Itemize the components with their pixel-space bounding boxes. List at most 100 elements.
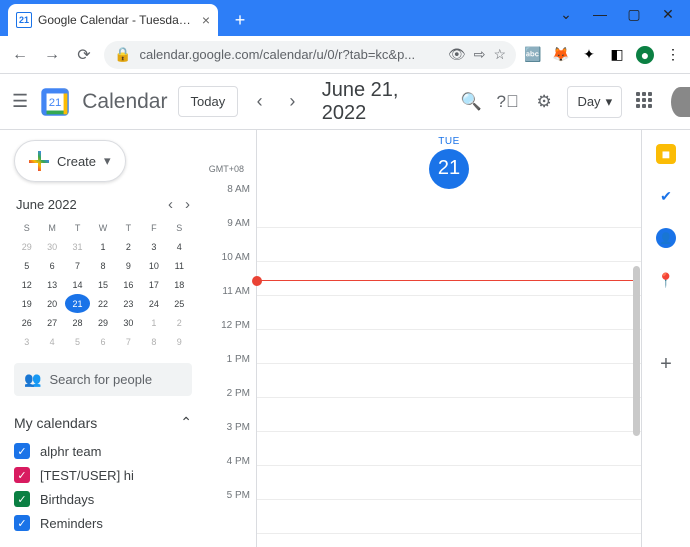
my-calendars-header[interactable]: My calendars ⌃ (14, 414, 192, 431)
mini-day[interactable]: 22 (90, 294, 115, 313)
create-button[interactable]: Create ▾ (14, 140, 126, 182)
calendar-item[interactable]: ✓[TEST/USER] hi (14, 463, 192, 487)
mini-day[interactable]: 24 (141, 294, 166, 313)
next-day-icon[interactable]: › (281, 91, 304, 112)
add-addon-icon[interactable]: + (656, 354, 676, 374)
mini-day[interactable]: 21 (65, 294, 90, 313)
search-icon[interactable]: 🔍 (458, 92, 485, 112)
menu-icon[interactable]: ⋮ (664, 46, 682, 64)
mini-day[interactable]: 3 (141, 237, 166, 256)
puzzle-icon[interactable]: ✦ (580, 46, 598, 64)
chevron-down-icon[interactable]: ⌄ (558, 6, 574, 23)
day-grid[interactable]: TUE 21 (256, 130, 641, 547)
day-header[interactable]: TUE 21 (257, 130, 641, 194)
search-people-input[interactable]: 👥 Search for people (14, 363, 192, 396)
mini-day[interactable]: 20 (39, 294, 64, 313)
mini-day[interactable]: 1 (141, 313, 166, 332)
hour-row[interactable] (257, 466, 641, 500)
star-icon[interactable]: ☆ (493, 46, 506, 63)
checkbox-icon[interactable]: ✓ (14, 515, 30, 531)
mini-day[interactable]: 30 (39, 237, 64, 256)
mini-day[interactable]: 6 (39, 256, 64, 275)
checkbox-icon[interactable]: ✓ (14, 467, 30, 483)
mini-day[interactable]: 26 (14, 313, 39, 332)
mini-day[interactable]: 7 (65, 256, 90, 275)
settings-icon[interactable]: ⚙ (531, 92, 558, 112)
mini-day[interactable]: 13 (39, 275, 64, 294)
hour-row[interactable] (257, 228, 641, 262)
mini-day[interactable]: 1 (90, 237, 115, 256)
mini-day[interactable]: 10 (141, 256, 166, 275)
metamask-icon[interactable]: 🦊 (552, 46, 570, 64)
checkbox-icon[interactable]: ✓ (14, 491, 30, 507)
hour-row[interactable] (257, 194, 641, 228)
hamburger-icon[interactable]: ☰ (12, 91, 28, 112)
mini-day[interactable]: 19 (14, 294, 39, 313)
mini-day[interactable]: 16 (116, 275, 141, 294)
mini-day[interactable]: 25 (167, 294, 192, 313)
eye-icon[interactable]: 👁 (448, 46, 466, 63)
mini-day[interactable]: 15 (90, 275, 115, 294)
sidepanel-icon[interactable]: ◧ (608, 46, 626, 64)
close-window-icon[interactable]: ✕ (660, 6, 676, 23)
forward-icon[interactable]: → (40, 46, 64, 64)
close-tab-icon[interactable]: × (202, 12, 210, 28)
mini-day[interactable]: 5 (14, 256, 39, 275)
apps-grid-icon[interactable] (636, 92, 655, 112)
mini-day[interactable]: 23 (116, 294, 141, 313)
today-button[interactable]: Today (178, 86, 239, 117)
tasks-icon[interactable]: ✔ (656, 186, 676, 206)
mini-day[interactable]: 31 (65, 237, 90, 256)
mini-day[interactable]: 17 (141, 275, 166, 294)
mini-calendar[interactable]: SMTWTFS293031123456789101112131415161718… (14, 219, 192, 351)
avatar[interactable] (671, 87, 690, 117)
mini-day[interactable]: 11 (167, 256, 192, 275)
mini-next-icon[interactable]: › (185, 196, 190, 213)
translate-icon[interactable]: 🔤 (524, 46, 542, 64)
share-icon[interactable]: ⇨ (474, 46, 486, 63)
mini-day[interactable]: 14 (65, 275, 90, 294)
mini-day[interactable]: 6 (90, 332, 115, 351)
calendar-item[interactable]: ✓Reminders (14, 511, 192, 535)
calendar-item[interactable]: ✓alphr team (14, 439, 192, 463)
keep-icon[interactable]: ■ (656, 144, 676, 164)
url-field[interactable]: 🔒 calendar.google.com/calendar/u/0/r?tab… (104, 41, 516, 69)
mini-day[interactable]: 4 (167, 237, 192, 256)
hour-row[interactable] (257, 432, 641, 466)
mini-day[interactable]: 9 (167, 332, 192, 351)
mini-day[interactable]: 7 (116, 332, 141, 351)
scrollbar-thumb[interactable] (633, 266, 640, 436)
new-tab-button[interactable]: + (226, 6, 254, 34)
prev-day-icon[interactable]: ‹ (248, 91, 271, 112)
mini-day[interactable]: 12 (14, 275, 39, 294)
hour-row[interactable] (257, 398, 641, 432)
hour-row[interactable] (257, 296, 641, 330)
mini-day[interactable]: 5 (65, 332, 90, 351)
mini-day[interactable]: 18 (167, 275, 192, 294)
mini-day[interactable]: 29 (14, 237, 39, 256)
mini-day[interactable]: 30 (116, 313, 141, 332)
back-icon[interactable]: ← (8, 46, 32, 64)
mini-day[interactable]: 2 (167, 313, 192, 332)
calendar-item[interactable]: ✓Birthdays (14, 487, 192, 511)
hour-row[interactable] (257, 330, 641, 364)
contacts-icon[interactable]: 👤 (656, 228, 676, 248)
help-icon[interactable]: ?⃝ (494, 92, 521, 112)
maps-icon[interactable]: 📍 (656, 270, 676, 290)
mini-prev-icon[interactable]: ‹ (168, 196, 173, 213)
mini-day[interactable]: 2 (116, 237, 141, 256)
minimize-icon[interactable]: — (592, 6, 608, 23)
checkbox-icon[interactable]: ✓ (14, 443, 30, 459)
profile-ext-icon[interactable]: ● (636, 46, 654, 64)
mini-day[interactable]: 8 (141, 332, 166, 351)
hour-row[interactable] (257, 262, 641, 296)
mini-day[interactable]: 9 (116, 256, 141, 275)
hour-row[interactable] (257, 500, 641, 534)
mini-day[interactable]: 29 (90, 313, 115, 332)
hour-row[interactable] (257, 364, 641, 398)
mini-day[interactable]: 28 (65, 313, 90, 332)
mini-day[interactable]: 4 (39, 332, 64, 351)
mini-day[interactable]: 3 (14, 332, 39, 351)
maximize-icon[interactable]: ▢ (626, 6, 642, 23)
reload-icon[interactable]: ⟳ (72, 45, 96, 65)
